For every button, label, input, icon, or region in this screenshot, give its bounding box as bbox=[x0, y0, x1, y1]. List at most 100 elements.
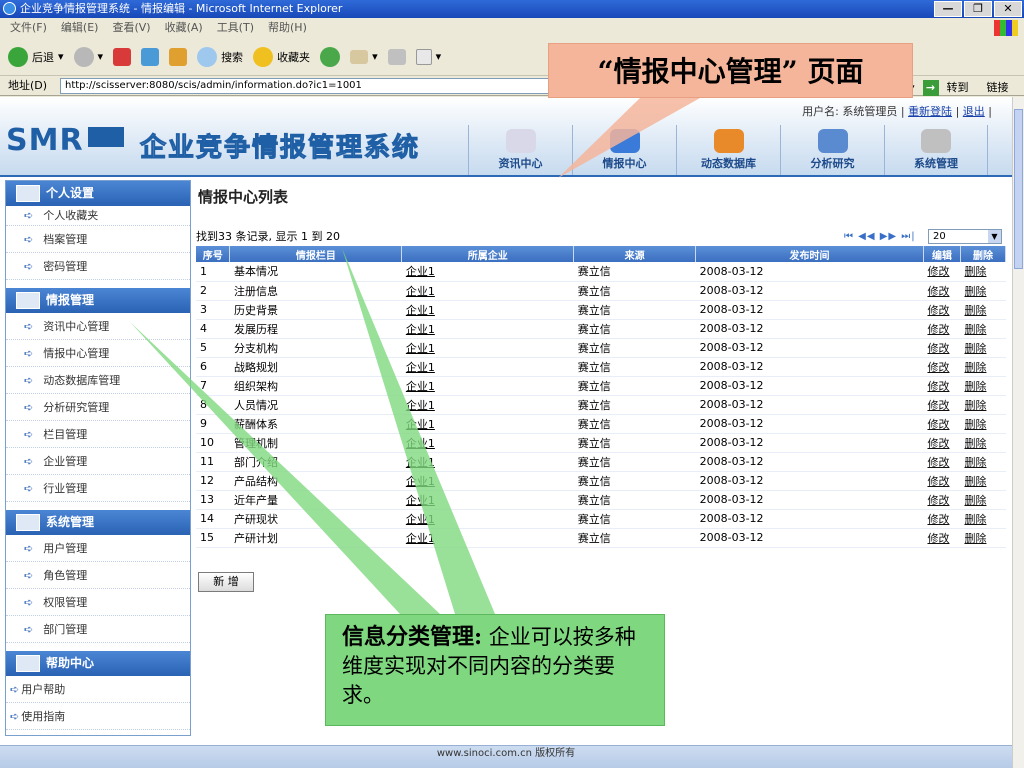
table-row: 7 组织架构 企业1 赛立信 2008-03-12 修改 删除 bbox=[196, 376, 1006, 396]
sidebar-item-user-help[interactable]: ➪ 用户帮助 bbox=[6, 676, 190, 703]
delete-link[interactable]: 删除 bbox=[964, 494, 986, 507]
delete-link[interactable]: 删除 bbox=[964, 380, 986, 393]
delete-link[interactable]: 删除 bbox=[964, 437, 986, 450]
row-index: 7 bbox=[196, 376, 230, 396]
forward-button[interactable]: ▾ bbox=[73, 46, 103, 67]
edit-link[interactable]: 修改 bbox=[927, 437, 949, 450]
delete-link[interactable]: 删除 bbox=[964, 265, 986, 278]
menu-favorites[interactable]: 收藏(A) bbox=[165, 18, 203, 38]
menu-help[interactable]: 帮助(H) bbox=[268, 18, 307, 38]
edit-link[interactable]: 修改 bbox=[927, 304, 949, 317]
back-button[interactable]: 后退 ▾ bbox=[8, 46, 64, 67]
edit-link[interactable]: 修改 bbox=[927, 513, 949, 526]
delete-link[interactable]: 删除 bbox=[964, 456, 986, 469]
sidebar-item-intel-mgmt[interactable]: ➪ 情报中心管理 bbox=[6, 340, 190, 367]
sidebar-item-favorites[interactable]: ➪ 个人收藏夹 bbox=[6, 206, 190, 226]
links-button[interactable]: 链接 bbox=[987, 78, 1009, 98]
menu-view[interactable]: 查看(V) bbox=[112, 18, 150, 38]
delete-link[interactable]: 删除 bbox=[964, 475, 986, 488]
sidebar-item-news-mgmt[interactable]: ➪ 资讯中心管理 bbox=[6, 313, 190, 340]
sidebar-item-users[interactable]: ➪ 用户管理 bbox=[6, 535, 190, 562]
nav-dynamic-db[interactable]: 动态数据库 bbox=[676, 125, 780, 175]
edit-cell: 修改 bbox=[923, 452, 961, 472]
company-cell: 企业1 bbox=[401, 338, 574, 358]
company-cell: 企业1 bbox=[401, 300, 574, 320]
edit-link[interactable]: 修改 bbox=[927, 494, 949, 507]
edit-link[interactable]: 修改 bbox=[927, 323, 949, 336]
scrollbar-thumb[interactable] bbox=[1014, 109, 1023, 269]
menu-tools[interactable]: 工具(T) bbox=[217, 18, 254, 38]
sidebar-item-dynamic-db-mgmt[interactable]: ➪ 动态数据库管理 bbox=[6, 367, 190, 394]
nav-analysis[interactable]: 分析研究 bbox=[780, 125, 884, 175]
delete-link[interactable]: 删除 bbox=[964, 513, 986, 526]
logout-link[interactable]: 退出 bbox=[963, 105, 985, 118]
go-button[interactable]: 转到 bbox=[947, 78, 969, 98]
pager-controls[interactable]: ⏮ ◀◀ ▶▶ ⏭| bbox=[844, 228, 916, 245]
column-header: 所属企业 bbox=[401, 246, 575, 262]
sidebar-item-guide[interactable]: ➪ 使用指南 bbox=[6, 703, 190, 730]
delete-cell: 删除 bbox=[960, 433, 1006, 453]
arrow-icon: ➪ bbox=[24, 374, 34, 387]
go-arrow-icon[interactable]: → bbox=[922, 80, 939, 96]
delete-link[interactable]: 删除 bbox=[964, 285, 986, 298]
callout-top-label: “情报中心管理” 页面 bbox=[548, 43, 913, 98]
callout-bottom-heading: 信息分类管理: bbox=[342, 624, 483, 650]
edit-link[interactable]: 修改 bbox=[927, 399, 949, 412]
menu-file[interactable]: 文件(F) bbox=[10, 18, 47, 38]
sidebar-section-system[interactable]: 系统管理 bbox=[6, 510, 190, 535]
nav-news-center[interactable]: 资讯中心 bbox=[468, 125, 572, 175]
menu-edit[interactable]: 编辑(E) bbox=[61, 18, 99, 38]
sidebar-item-company-mgmt[interactable]: ➪ 企业管理 bbox=[6, 448, 190, 475]
print-button[interactable] bbox=[387, 48, 406, 65]
edit-link[interactable]: 修改 bbox=[927, 532, 949, 545]
page-size-select[interactable]: 20 ▼ bbox=[928, 229, 1002, 244]
sidebar-item-archives[interactable]: ➪ 档案管理 bbox=[6, 226, 190, 253]
sidebar-item-permissions[interactable]: ➪ 权限管理 bbox=[6, 589, 190, 616]
delete-link[interactable]: 删除 bbox=[964, 532, 986, 545]
relogin-link[interactable]: 重新登陆 bbox=[908, 105, 952, 118]
stop-button[interactable] bbox=[113, 47, 132, 66]
sidebar-item-roles[interactable]: ➪ 角色管理 bbox=[6, 562, 190, 589]
sidebar-item-departments[interactable]: ➪ 部门管理 bbox=[6, 616, 190, 643]
sidebar-item-analysis-mgmt[interactable]: ➪ 分析研究管理 bbox=[6, 394, 190, 421]
sidebar-section-personal[interactable]: 个人设置 bbox=[6, 181, 190, 206]
edit-cell: 修改 bbox=[923, 319, 961, 339]
mail-button[interactable]: ▾ bbox=[350, 49, 378, 64]
sidebar-section-help[interactable]: 帮助中心 bbox=[6, 651, 190, 676]
edit-link[interactable]: 修改 bbox=[927, 380, 949, 393]
edit-link[interactable]: 修改 bbox=[927, 456, 949, 469]
delete-link[interactable]: 删除 bbox=[964, 342, 986, 355]
nav-system-admin[interactable]: 系统管理 bbox=[884, 125, 988, 175]
edit-link[interactable]: 修改 bbox=[927, 418, 949, 431]
delete-link[interactable]: 删除 bbox=[964, 323, 986, 336]
edit-link[interactable]: 修改 bbox=[927, 285, 949, 298]
maximize-button[interactable]: ❐ bbox=[964, 1, 992, 17]
sidebar-item-column-mgmt[interactable]: ➪ 栏目管理 bbox=[6, 421, 190, 448]
arrow-icon: ➪ bbox=[10, 710, 20, 723]
add-button[interactable]: 新 增 bbox=[198, 572, 254, 592]
edit-link[interactable]: 修改 bbox=[927, 342, 949, 355]
close-button[interactable]: ✕ bbox=[994, 1, 1022, 17]
sidebar-section-intel[interactable]: 情报管理 bbox=[6, 288, 190, 313]
minimize-button[interactable]: — bbox=[934, 1, 962, 17]
search-button[interactable]: 搜索 bbox=[197, 46, 243, 67]
edit-link[interactable]: 修改 bbox=[927, 361, 949, 374]
refresh-button[interactable] bbox=[141, 47, 160, 66]
nav-intel-center[interactable]: 情报中心 bbox=[572, 125, 676, 175]
vertical-scrollbar[interactable] bbox=[1012, 97, 1024, 768]
edit-link[interactable]: 修改 bbox=[927, 475, 949, 488]
delete-cell: 删除 bbox=[960, 395, 1006, 415]
delete-link[interactable]: 删除 bbox=[964, 418, 986, 431]
history-button[interactable] bbox=[320, 46, 341, 67]
smr-logo: SMR bbox=[6, 123, 84, 158]
delete-link[interactable]: 删除 bbox=[964, 399, 986, 412]
delete-link[interactable]: 删除 bbox=[964, 304, 986, 317]
favorites-button[interactable]: 收藏夹 bbox=[253, 46, 310, 67]
edit-button[interactable]: ▾ bbox=[415, 48, 441, 65]
sidebar-item-password[interactable]: ➪ 密码管理 bbox=[6, 253, 190, 280]
home-button[interactable] bbox=[169, 47, 188, 66]
sidebar-item-industry-mgmt[interactable]: ➪ 行业管理 bbox=[6, 475, 190, 502]
word-icon bbox=[415, 48, 432, 65]
delete-link[interactable]: 删除 bbox=[964, 361, 986, 374]
edit-link[interactable]: 修改 bbox=[927, 265, 949, 278]
